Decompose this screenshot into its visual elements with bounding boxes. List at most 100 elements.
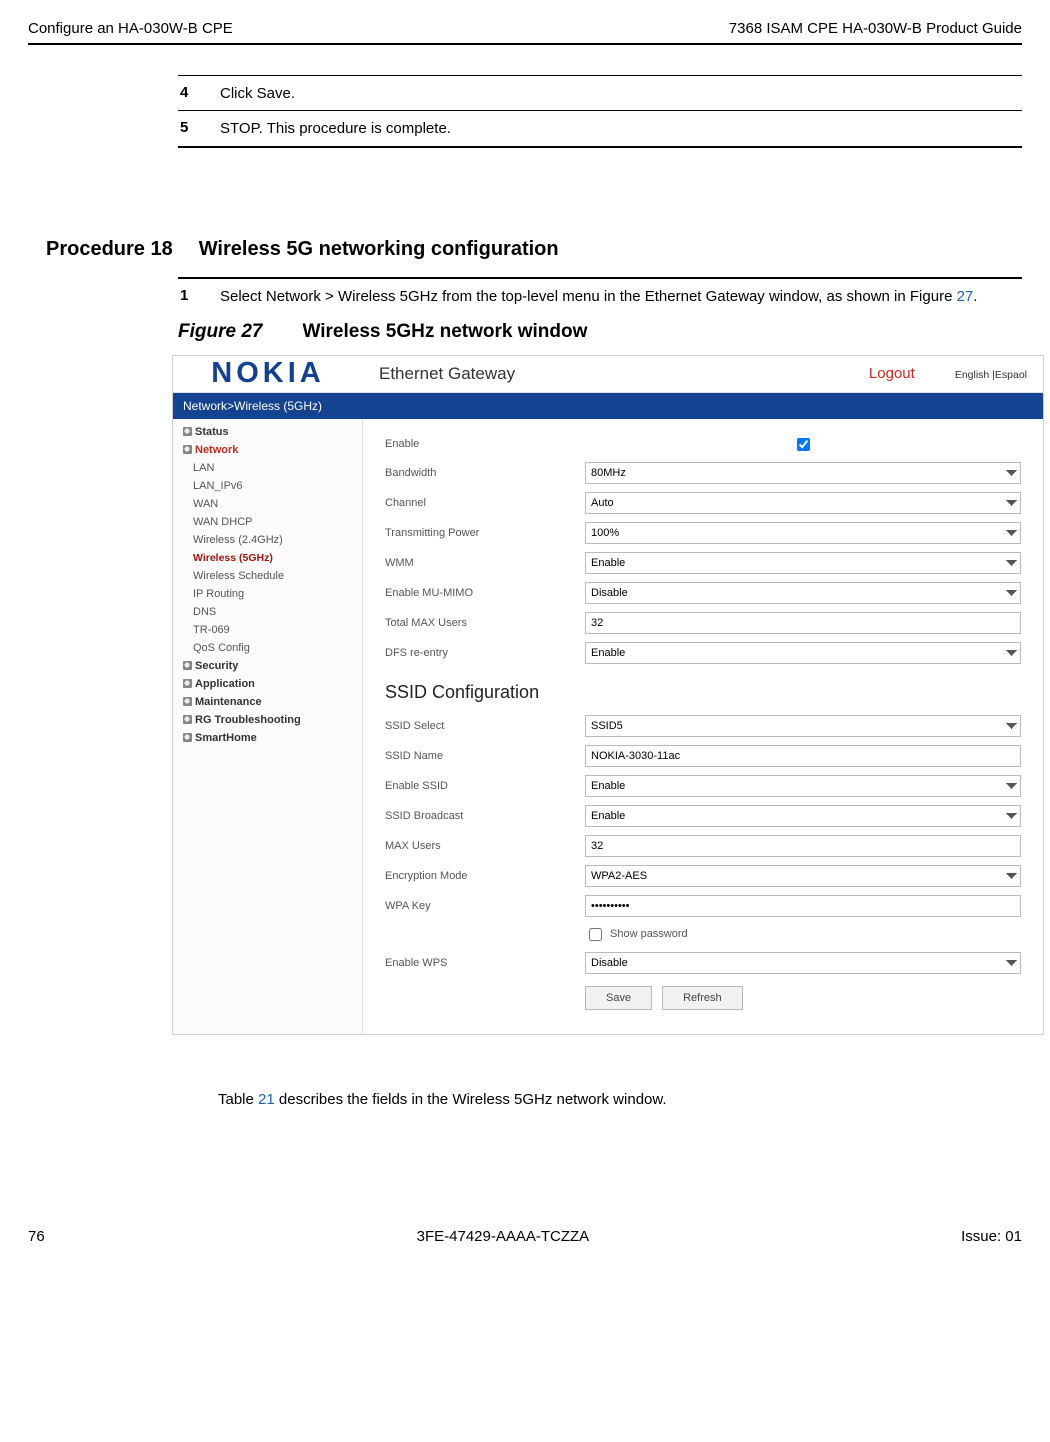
enable-ssid-select[interactable]: Enable xyxy=(585,775,1021,797)
step-text: Click Save. xyxy=(220,84,295,104)
save-button[interactable]: Save xyxy=(585,986,652,1010)
step-1: 1 Select Network > Wireless 5GHz from th… xyxy=(178,287,1022,307)
expand-icon xyxy=(183,661,192,670)
sidebar-item-label: Application xyxy=(195,678,255,690)
channel-select[interactable]: Auto xyxy=(585,492,1021,514)
enable-checkbox[interactable] xyxy=(589,438,1018,451)
table-ref-link[interactable]: 21 xyxy=(258,1091,275,1108)
refresh-button[interactable]: Refresh xyxy=(662,986,743,1010)
figure-ref-link[interactable]: 27 xyxy=(957,288,974,305)
maxusers-label: Total MAX Users xyxy=(385,617,585,629)
wpa-key-input[interactable] xyxy=(585,895,1021,917)
step-num: 1 xyxy=(180,287,194,304)
enable-ssid-label: Enable SSID xyxy=(385,780,585,792)
enable-wps-label: Enable WPS xyxy=(385,957,585,969)
sidebar-item-wan-dhcp[interactable]: WAN DHCP xyxy=(173,513,362,531)
step-num: 5 xyxy=(180,119,194,136)
ssid-broadcast-label: SSID Broadcast xyxy=(385,810,585,822)
sidebar-item-label: SmartHome xyxy=(195,732,257,744)
ssid-select-label: SSID Select xyxy=(385,720,585,732)
bandwidth-select[interactable]: 80MHz xyxy=(585,462,1021,484)
note-pre: Table xyxy=(218,1091,258,1108)
step1-text-post: . xyxy=(973,288,977,305)
sidebar-item-status[interactable]: Status xyxy=(173,423,362,441)
encryption-select[interactable]: WPA2-AES xyxy=(585,865,1021,887)
expand-icon xyxy=(183,715,192,724)
mumimo-select[interactable]: Disable xyxy=(585,582,1021,604)
nokia-logo: NOKIA xyxy=(211,357,324,390)
dfs-select[interactable]: Enable xyxy=(585,642,1021,664)
enable-wps-select[interactable]: Disable xyxy=(585,952,1021,974)
sidebar-item-label: Network xyxy=(195,444,238,456)
sidebar-item-lan[interactable]: LAN xyxy=(173,459,362,477)
sidebar-item-application[interactable]: Application xyxy=(173,675,362,693)
show-password-label: Show password xyxy=(610,928,688,940)
language-link[interactable]: English |Espaol xyxy=(955,369,1027,381)
screenshot-panel: NOKIA Ethernet Gateway Logout English |E… xyxy=(172,355,1044,1035)
header-left: Configure an HA-030W-B CPE xyxy=(28,20,233,37)
table-reference-note: Table 21 describes the fields in the Wir… xyxy=(218,1091,1022,1108)
step1-text-pre: Select Network > Wireless 5GHz from the … xyxy=(220,288,957,305)
sidebar-item-label: Maintenance xyxy=(195,696,262,708)
sidebar-item-label: RG Troubleshooting xyxy=(195,714,301,726)
expand-icon xyxy=(183,697,192,706)
step-num: 4 xyxy=(180,84,194,101)
step-5: 5 STOP. This procedure is complete. xyxy=(178,119,1022,139)
wpa-key-label: WPA Key xyxy=(385,900,585,912)
wmm-label: WMM xyxy=(385,557,585,569)
note-post: describes the fields in the Wireless 5GH… xyxy=(275,1091,667,1108)
breadcrumb: Network>Wireless (5GHz) xyxy=(173,393,1043,419)
ssid-name-label: SSID Name xyxy=(385,750,585,762)
footer-doc-id: 3FE-47429-AAAA-TCZZA xyxy=(417,1228,590,1245)
sidebar-item-lan-ipv6[interactable]: LAN_IPv6 xyxy=(173,477,362,495)
ssid-maxusers-label: MAX Users xyxy=(385,840,585,852)
wmm-select[interactable]: Enable xyxy=(585,552,1021,574)
expand-icon xyxy=(183,679,192,688)
ssid-config-heading: SSID Configuration xyxy=(385,682,1021,703)
sidebar-item-label: Security xyxy=(195,660,238,672)
step-rule xyxy=(178,110,1022,111)
sidebar-item-security[interactable]: Security xyxy=(173,657,362,675)
procedure-title: Wireless 5G networking configuration xyxy=(199,238,559,261)
sidebar-item-rg-troubleshooting[interactable]: RG Troubleshooting xyxy=(173,711,362,729)
gateway-title: Ethernet Gateway xyxy=(379,364,515,384)
sidebar-item-network[interactable]: Network xyxy=(173,441,362,459)
sidebar-item-label: Status xyxy=(195,426,229,438)
logout-link[interactable]: Logout xyxy=(869,365,915,382)
sidebar-item-wireless-5[interactable]: Wireless (5GHz) xyxy=(173,549,362,567)
ssid-select[interactable]: SSID5 xyxy=(585,715,1021,737)
step-text: STOP. This procedure is complete. xyxy=(220,119,451,139)
mumimo-label: Enable MU-MIMO xyxy=(385,587,585,599)
channel-label: Channel xyxy=(385,497,585,509)
show-password-checkbox[interactable] xyxy=(589,928,602,941)
step-rule xyxy=(178,75,1022,76)
txpower-select[interactable]: 100% xyxy=(585,522,1021,544)
bandwidth-label: Bandwidth xyxy=(385,467,585,479)
header-right: 7368 ISAM CPE HA-030W-B Product Guide xyxy=(729,20,1022,37)
step-end-rule xyxy=(178,146,1022,148)
step-4: 4 Click Save. xyxy=(178,84,1022,104)
maxusers-input[interactable] xyxy=(585,612,1021,634)
content-area: Enable Bandwidth 80MHz Channel Auto Tran… xyxy=(363,419,1043,1034)
header-rule xyxy=(28,43,1022,45)
sidebar-item-wireless-schedule[interactable]: Wireless Schedule xyxy=(173,567,362,585)
expand-icon xyxy=(183,733,192,742)
figure-label: Figure 27 xyxy=(178,321,262,343)
figure-title: Wireless 5GHz network window xyxy=(302,321,587,343)
sidebar-item-wireless-24[interactable]: Wireless (2.4GHz) xyxy=(173,531,362,549)
procedure-label: Procedure 18 xyxy=(46,238,173,261)
sidebar-item-tr069[interactable]: TR-069 xyxy=(173,621,362,639)
ssid-maxusers-input[interactable] xyxy=(585,835,1021,857)
sidebar-item-wan[interactable]: WAN xyxy=(173,495,362,513)
footer-page-number: 76 xyxy=(28,1228,45,1245)
encryption-label: Encryption Mode xyxy=(385,870,585,882)
sidebar-item-ip-routing[interactable]: IP Routing xyxy=(173,585,362,603)
sidebar-item-qos[interactable]: QoS Config xyxy=(173,639,362,657)
sidebar-item-smarthome[interactable]: SmartHome xyxy=(173,729,362,747)
expand-icon xyxy=(183,445,192,454)
ssid-name-input[interactable] xyxy=(585,745,1021,767)
sidebar-item-maintenance[interactable]: Maintenance xyxy=(173,693,362,711)
sidebar-item-dns[interactable]: DNS xyxy=(173,603,362,621)
titlebar: Ethernet Gateway Logout English |Espaol xyxy=(363,356,1043,393)
ssid-broadcast-select[interactable]: Enable xyxy=(585,805,1021,827)
